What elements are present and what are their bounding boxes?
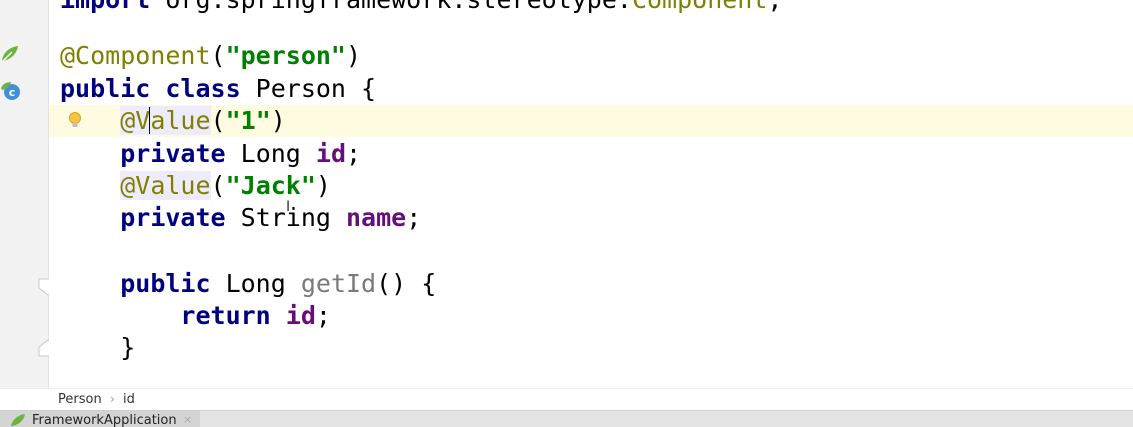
code-editor[interactable]: import org.springframework.stereotype.Co… bbox=[49, 0, 1133, 388]
code-token: public bbox=[120, 269, 226, 298]
code-token: name bbox=[346, 203, 407, 232]
code-token: id bbox=[285, 301, 316, 330]
code-token: public class bbox=[60, 74, 256, 103]
code-token: org.springframework.stereotype. bbox=[165, 0, 632, 14]
code-token: ; bbox=[346, 139, 362, 168]
code-token: ( bbox=[210, 106, 226, 135]
code-text: @Value("Jack") bbox=[60, 170, 331, 202]
code-token: Component bbox=[632, 0, 767, 14]
code-token: ( bbox=[210, 171, 226, 200]
editor-gutter[interactable]: c bbox=[0, 0, 58, 388]
svg-text:c: c bbox=[9, 86, 16, 99]
code-token: ( bbox=[210, 41, 226, 70]
code-token: ) bbox=[346, 41, 362, 70]
code-token: ; bbox=[767, 0, 782, 14]
code-text: public Long getId() { bbox=[60, 268, 436, 300]
code-line-annotation-component[interactable]: @Component("person") bbox=[49, 40, 1133, 72]
breadcrumb-separator: › bbox=[110, 392, 115, 406]
code-token: "Jack" bbox=[225, 171, 316, 200]
lightbulb-icon[interactable] bbox=[67, 111, 83, 131]
code-text: private Long id; bbox=[60, 138, 361, 170]
code-token: private bbox=[120, 139, 241, 168]
breadcrumb-item-class[interactable]: Person bbox=[58, 392, 102, 407]
code-line-return-id[interactable]: return id; bbox=[49, 300, 1133, 332]
run-tab-label: FrameworkApplication bbox=[32, 413, 177, 427]
code-line-field-name[interactable]: private String name; bbox=[49, 202, 1133, 234]
code-token: @V bbox=[120, 106, 151, 135]
code-token: id bbox=[315, 139, 347, 168]
code-line-method-getid[interactable]: public Long getId() { bbox=[49, 268, 1133, 300]
run-tab[interactable]: FrameworkApplication × bbox=[0, 411, 200, 427]
code-text: public class Person { bbox=[60, 73, 376, 105]
code-text: @Component("person") bbox=[60, 40, 361, 72]
code-token: String bbox=[240, 203, 346, 232]
code-token: Person { bbox=[255, 74, 377, 103]
code-text: } bbox=[60, 332, 135, 364]
code-token: getId bbox=[300, 269, 377, 298]
code-token: import bbox=[60, 0, 165, 14]
class-icon[interactable]: c bbox=[0, 80, 22, 102]
code-token: } bbox=[60, 333, 136, 362]
code-line-class-decl[interactable]: public class Person { bbox=[49, 73, 1133, 105]
code-token: Long bbox=[240, 139, 316, 168]
breadcrumb-item-field[interactable]: id bbox=[123, 392, 135, 407]
code-token: @Component bbox=[60, 41, 211, 70]
code-text: import org.springframework.stereotype.Co… bbox=[60, 0, 782, 16]
code-line-value-1[interactable]: @Value("1") bbox=[49, 105, 1133, 137]
code-token: "1" bbox=[225, 106, 271, 135]
spring-bean-icon[interactable] bbox=[0, 44, 20, 64]
mouse-cursor-icon: I bbox=[286, 199, 291, 215]
code-text: private String name; bbox=[60, 202, 421, 234]
code-line-field-id[interactable]: private Long id; bbox=[49, 138, 1133, 170]
code-token: private bbox=[120, 203, 241, 232]
code-token: alue bbox=[150, 106, 211, 135]
run-tool-window-bar: FrameworkApplication × bbox=[0, 410, 1133, 427]
close-icon[interactable]: × bbox=[183, 413, 192, 426]
code-token: ; bbox=[406, 203, 422, 232]
code-token: ; bbox=[315, 301, 331, 330]
code-text: @Value("1") bbox=[60, 105, 286, 137]
code-line-blank2[interactable] bbox=[49, 235, 1133, 267]
code-token: "person" bbox=[225, 41, 346, 70]
code-line-close-brace[interactable]: } bbox=[49, 332, 1133, 364]
code-text: return id; bbox=[60, 300, 331, 332]
spring-run-icon bbox=[11, 414, 25, 426]
code-token: return bbox=[180, 301, 286, 330]
code-token: ) bbox=[315, 171, 331, 200]
code-line-import[interactable]: import org.springframework.stereotype.Co… bbox=[49, 0, 1133, 16]
code-token: Long bbox=[225, 269, 301, 298]
code-token: @Value bbox=[120, 171, 211, 200]
breadcrumb: Person › id bbox=[0, 388, 1133, 411]
code-token: ) bbox=[270, 106, 286, 135]
code-line-value-jack[interactable]: @Value("Jack") bbox=[49, 170, 1133, 202]
code-token: () { bbox=[376, 269, 437, 298]
